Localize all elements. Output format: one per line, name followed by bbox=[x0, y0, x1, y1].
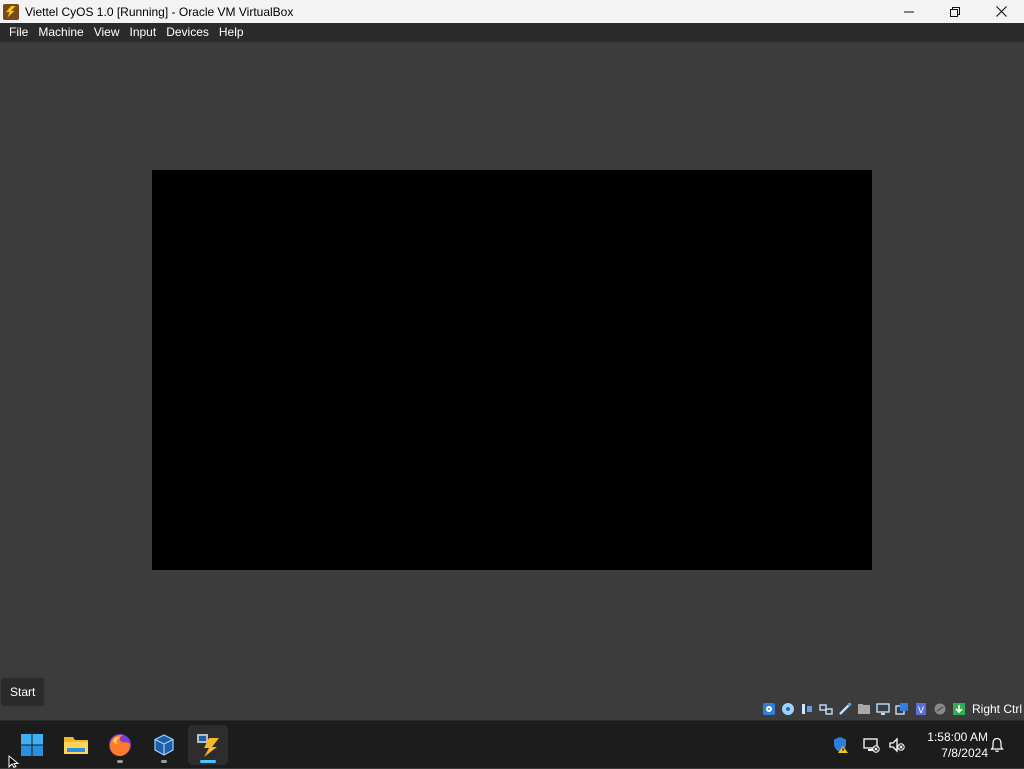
speaker-muted-icon bbox=[889, 737, 905, 753]
menu-file[interactable]: File bbox=[4, 23, 33, 42]
folder-icon bbox=[64, 737, 88, 754]
tray-network[interactable] bbox=[860, 721, 882, 769]
mouse-cursor-icon bbox=[8, 755, 20, 768]
taskbar-firefox[interactable] bbox=[100, 725, 140, 765]
menu-bar: File Machine View Input Devices Help bbox=[0, 23, 1024, 42]
menu-input[interactable]: Input bbox=[125, 23, 162, 42]
restore-button[interactable] bbox=[932, 0, 978, 23]
keyboard-capture-icon[interactable] bbox=[951, 701, 967, 717]
tray-notifications[interactable] bbox=[986, 721, 1008, 769]
close-icon bbox=[995, 6, 1007, 17]
virtualbox-vm-icon bbox=[3, 3, 19, 20]
menu-help[interactable]: Help bbox=[214, 23, 249, 42]
taskbar-file-explorer[interactable] bbox=[56, 725, 96, 765]
tray-security[interactable] bbox=[830, 721, 852, 769]
tray-volume[interactable] bbox=[886, 721, 908, 769]
menu-view[interactable]: View bbox=[89, 23, 125, 42]
windows-logo-icon bbox=[21, 734, 43, 756]
active-indicator bbox=[200, 760, 216, 763]
minimize-button[interactable] bbox=[886, 0, 932, 23]
video-capture-icon[interactable] bbox=[894, 701, 910, 717]
virtualization-icon[interactable]: V bbox=[913, 701, 929, 717]
network-disconnected-icon bbox=[863, 738, 880, 753]
start-tooltip: Start bbox=[0, 677, 46, 707]
virtualbox-vm-icon bbox=[197, 734, 219, 757]
close-button[interactable] bbox=[978, 0, 1024, 23]
virtualbox-cube-icon bbox=[154, 734, 174, 756]
running-indicator bbox=[117, 760, 123, 763]
window-controls bbox=[886, 0, 1024, 23]
menu-machine[interactable]: Machine bbox=[33, 23, 88, 42]
window-title: Viettel CyOS 1.0 [Running] - Oracle VM V… bbox=[25, 4, 294, 19]
vm-screen[interactable] bbox=[152, 170, 872, 570]
svg-text:V: V bbox=[918, 706, 925, 716]
restore-icon bbox=[950, 6, 960, 17]
notification-bell-icon bbox=[990, 737, 1004, 752]
optical-drive-icon[interactable] bbox=[780, 701, 796, 717]
vm-display-area bbox=[0, 42, 1024, 720]
taskbar-clock[interactable]: 1:58:00 AM 7/8/2024 bbox=[912, 729, 988, 761]
taskbar-virtualbox-manager[interactable] bbox=[144, 725, 184, 765]
window-titlebar[interactable]: Viettel CyOS 1.0 [Running] - Oracle VM V… bbox=[0, 0, 1024, 23]
host-key-label: Right Ctrl bbox=[971, 702, 1022, 716]
hard-disk-icon[interactable] bbox=[761, 701, 777, 717]
audio-icon[interactable] bbox=[799, 701, 815, 717]
minimize-icon bbox=[904, 11, 914, 12]
menu-devices[interactable]: Devices bbox=[161, 23, 214, 42]
running-indicator bbox=[161, 760, 167, 763]
usb-icon[interactable] bbox=[837, 701, 853, 717]
display-icon[interactable] bbox=[875, 701, 891, 717]
clock-date: 7/8/2024 bbox=[941, 746, 988, 760]
shared-folders-icon[interactable] bbox=[856, 701, 872, 717]
network-icon[interactable] bbox=[818, 701, 834, 717]
security-shield-icon bbox=[834, 737, 848, 753]
taskbar: 1:58:00 AM 7/8/2024 bbox=[0, 720, 1024, 768]
taskbar-virtualbox-vm[interactable] bbox=[188, 725, 228, 765]
mouse-integration-icon[interactable] bbox=[932, 701, 948, 717]
firefox-icon bbox=[109, 734, 131, 756]
clock-time: 1:58:00 AM bbox=[927, 730, 988, 744]
vm-status-bar: V Right Ctrl bbox=[761, 698, 1024, 720]
